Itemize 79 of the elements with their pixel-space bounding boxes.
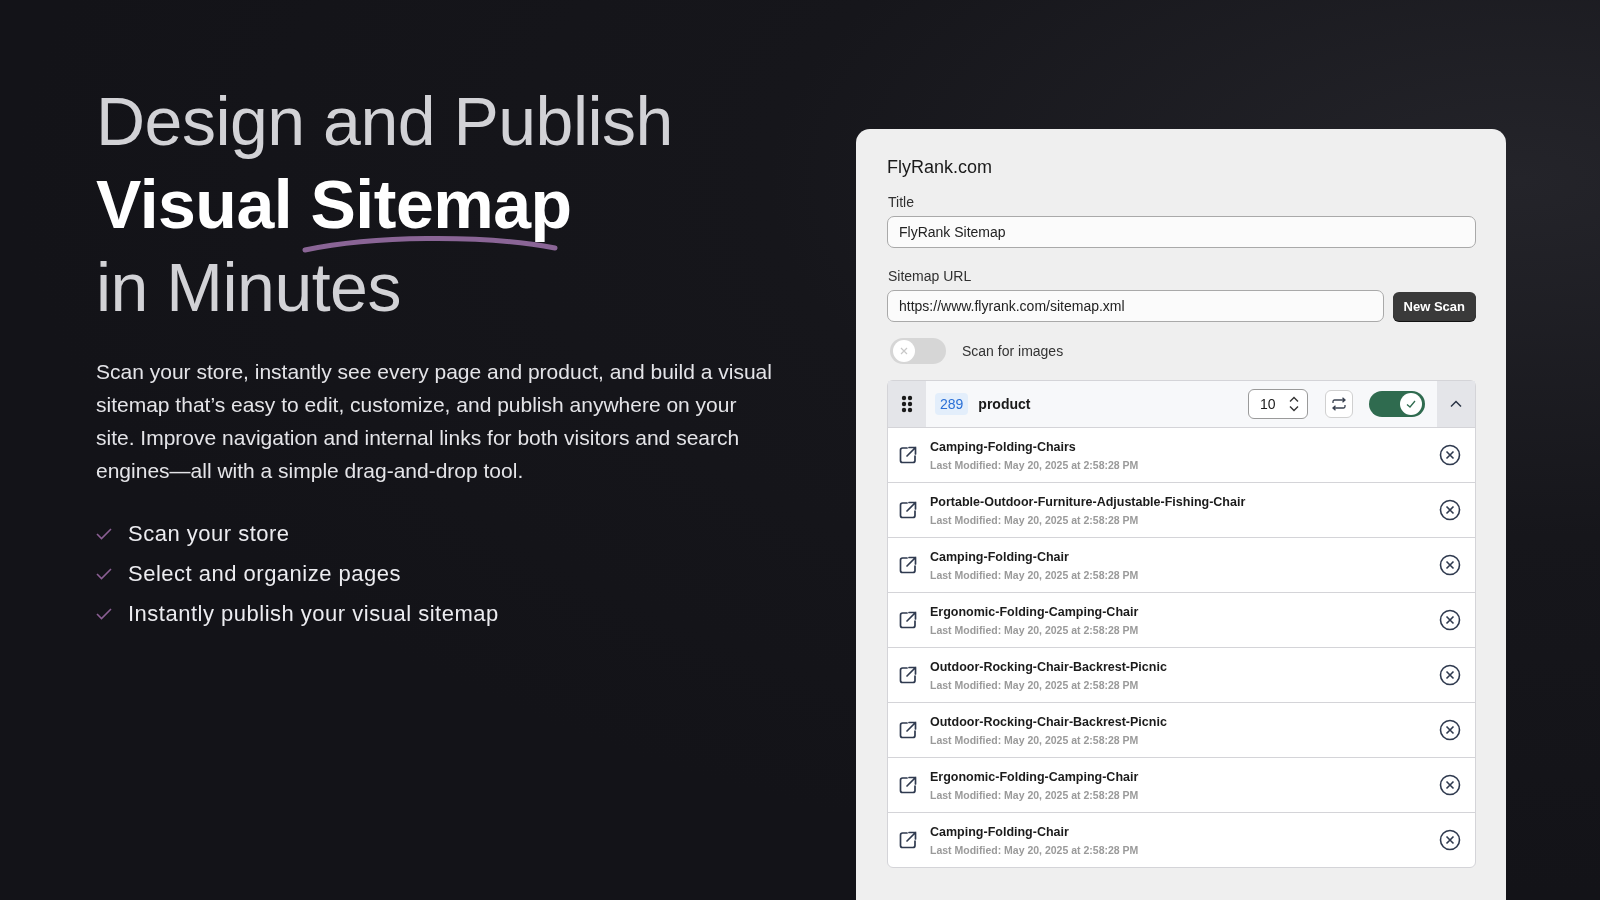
- open-link-button[interactable]: [898, 555, 918, 575]
- up-down-icon: [1289, 396, 1299, 412]
- check-icon: [1405, 398, 1417, 410]
- page-title: Camping-Folding-Chair: [930, 549, 1070, 564]
- count-badge: 289: [935, 393, 969, 415]
- remove-button[interactable]: [1439, 444, 1461, 466]
- remove-button[interactable]: [1439, 829, 1461, 851]
- open-link-button[interactable]: [898, 665, 918, 685]
- page-title: Outdoor-Rocking-Chair-Backrest-Picnic: [930, 714, 1168, 729]
- page-title: Outdoor-Rocking-Chair-Backrest-Picnic: [930, 659, 1168, 674]
- page-title: Ergonomic-Folding-Camping-Chair: [930, 604, 1140, 619]
- url-input[interactable]: https://www.flyrank.com/sitemap.xml: [887, 290, 1384, 322]
- modified-date: Last Modified: May 20, 2025 at 2:58:28 PM: [930, 568, 1140, 581]
- headline-text: in Minutes: [96, 248, 402, 327]
- page-title: Portable-Outdoor-Furniture-Adjustable-Fishing-Chair: [930, 494, 1247, 509]
- page-title: Camping-Folding-Chairs: [930, 439, 1077, 454]
- remove-button[interactable]: [1439, 664, 1461, 686]
- page-title: Ergonomic-Folding-Camping-Chair: [930, 769, 1140, 784]
- refresh-button[interactable]: [1325, 390, 1353, 418]
- chevron-icon: [1450, 400, 1462, 408]
- headline-text: Sitemap: [310, 166, 572, 242]
- close-icon: [1439, 664, 1461, 686]
- feature-text: Instantly publish your visual sitemap: [128, 601, 499, 627]
- new-scan-button[interactable]: New Scan: [1392, 291, 1476, 321]
- feature-text: Select and organize pages: [128, 561, 402, 587]
- open-link-button[interactable]: [898, 720, 918, 740]
- external-link-icon: [898, 775, 918, 795]
- toggle-label: Scan for images: [962, 343, 1064, 359]
- grip-icon: [901, 395, 913, 413]
- modified-date: Last Modified: May 20, 2025 at 2:58:28 PM: [930, 843, 1140, 856]
- remove-button[interactable]: [1439, 609, 1461, 631]
- remove-button[interactable]: [1439, 774, 1461, 796]
- external-link-icon: [898, 830, 918, 850]
- modified-date: Last Modified: May 20, 2025 at 2:58:28 PM: [930, 733, 1140, 746]
- modified-date: Last Modified: May 20, 2025 at 2:58:28 PM: [930, 623, 1140, 636]
- close-icon: [1439, 444, 1461, 466]
- checkmark-icon: [96, 528, 112, 540]
- modified-date: Last Modified: May 20, 2025 at 2:58:28 PM: [930, 513, 1140, 526]
- external-link-icon: [898, 555, 918, 575]
- headline-text: Visual: [96, 166, 293, 242]
- toggle-switch[interactable]: [890, 338, 946, 364]
- drag-handle[interactable]: [888, 381, 926, 427]
- remove-button[interactable]: [1439, 499, 1461, 521]
- close-icon: [1439, 774, 1461, 796]
- feature-text: Scan your store: [128, 521, 290, 547]
- external-link-icon: [898, 610, 918, 630]
- page-title: Camping-Folding-Chair: [930, 824, 1070, 839]
- description-text: Scan your store, instantly see every page and product, and build a visual sitemap that’s easy to edit, customize, and publish anywhere on your site. Improve navigation and internal links for both visitors and search engines—all with a simple drag-and-drop tool.: [96, 359, 773, 484]
- open-link-button[interactable]: [898, 500, 918, 520]
- open-link-button[interactable]: [898, 775, 918, 795]
- toggle-switch[interactable]: [1369, 391, 1425, 417]
- title-input[interactable]: FlyRank Sitemap: [887, 216, 1476, 248]
- close-icon: [1439, 829, 1461, 851]
- field-label: Sitemap URL: [888, 268, 973, 284]
- number-stepper[interactable]: 10: [1248, 389, 1308, 419]
- external-link-icon: [898, 720, 918, 740]
- checkmark-icon: [96, 608, 112, 620]
- headline-text: Design and Publish: [96, 82, 674, 161]
- group-name: product: [978, 396, 1032, 412]
- checkmark-icon: [96, 568, 112, 580]
- x-icon: [899, 346, 909, 356]
- external-link-icon: [898, 445, 918, 465]
- modified-date: Last Modified: May 20, 2025 at 2:58:28 PM: [930, 788, 1140, 801]
- remove-button[interactable]: [1439, 719, 1461, 741]
- close-icon: [1439, 499, 1461, 521]
- modified-date: Last Modified: May 20, 2025 at 2:58:28 PM: [930, 458, 1140, 471]
- close-icon: [1439, 609, 1461, 631]
- open-link-button[interactable]: [898, 610, 918, 630]
- repeat-icon: [1331, 397, 1347, 411]
- open-link-button[interactable]: [898, 445, 918, 465]
- open-link-button[interactable]: [898, 830, 918, 850]
- close-icon: [1439, 719, 1461, 741]
- modified-date: Last Modified: May 20, 2025 at 2:58:28 PM: [930, 678, 1140, 691]
- external-link-icon: [898, 500, 918, 520]
- remove-button[interactable]: [1439, 554, 1461, 576]
- external-link-icon: [898, 665, 918, 685]
- close-icon: [1439, 554, 1461, 576]
- field-label: Title: [888, 194, 915, 210]
- site-name: FlyRank.com: [887, 157, 994, 178]
